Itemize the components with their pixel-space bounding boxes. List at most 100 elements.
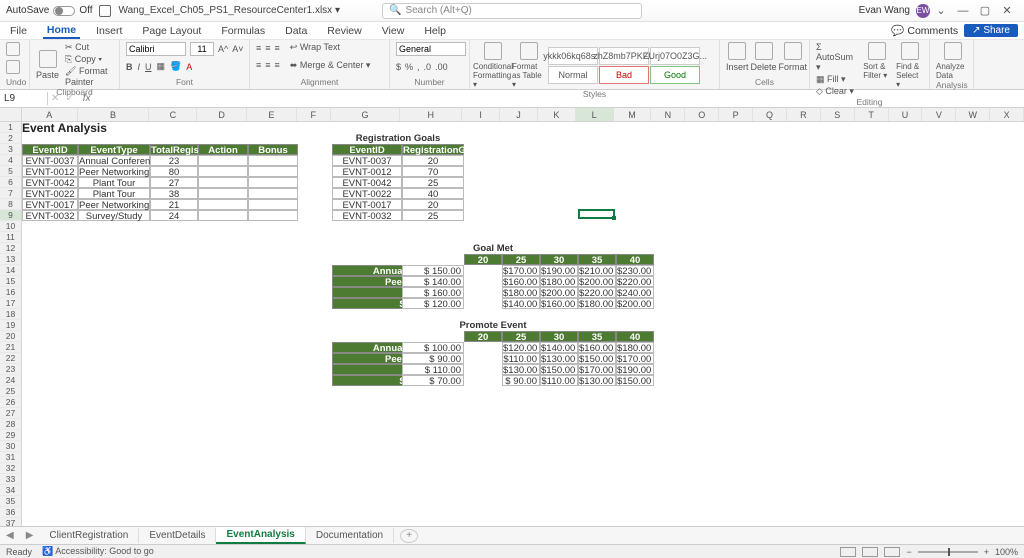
find-select-button[interactable]: Find & Select ▾ [896,42,923,97]
cell[interactable]: $120.00 [502,342,540,353]
cell[interactable]: $140.00 [502,298,540,309]
row-header[interactable]: 11 [0,232,22,243]
cell-style-chip[interactable]: ykkk06kq68s... [548,47,598,65]
cell[interactable] [198,210,248,221]
row-header[interactable]: 9 [0,210,22,221]
cell[interactable]: $160.00 [502,276,540,287]
autosum-button[interactable]: Σ AutoSum ▾ [816,42,857,73]
cell[interactable]: Plant Tour [78,188,150,199]
cell[interactable] [198,166,248,177]
column-header[interactable]: B [78,108,150,121]
align-right-icon[interactable]: ≡ [275,60,280,70]
fill-button[interactable]: ▦ Fill ▾ [816,74,857,85]
autosave-toggle[interactable]: AutoSave Off [6,5,93,16]
row-header[interactable]: 17 [0,298,22,309]
cell[interactable]: $200.00 [616,298,654,309]
merge-center-button[interactable]: ⬌ Merge & Center ▾ [290,60,371,71]
cell[interactable]: $110.00 [540,375,578,386]
align-left-icon[interactable]: ≡ [256,60,261,70]
increase-font-icon[interactable]: A^ [218,44,228,54]
cell[interactable]: 40 [402,188,464,199]
format-painter-button[interactable]: 🖌 Format Painter [65,66,113,87]
column-header[interactable]: E [247,108,297,121]
align-top-icon[interactable]: ≡ [256,43,261,53]
cell[interactable] [248,166,298,177]
row-header[interactable]: 7 [0,188,22,199]
cell[interactable]: Goal Met [332,243,654,254]
cell[interactable] [248,210,298,221]
cell[interactable]: $ 160.00 [402,287,464,298]
row-header[interactable]: 20 [0,331,22,342]
border-icon[interactable]: ▦ [157,61,166,72]
accessibility-status[interactable]: ♿ Accessibility: Good to go [42,546,154,557]
name-box[interactable]: L9 [0,92,48,105]
column-header[interactable]: W [956,108,990,121]
analyze-data-button[interactable]: Analyze Data [936,42,970,80]
cell[interactable]: Plant Tour [78,177,150,188]
column-header[interactable]: I [462,108,500,121]
cell[interactable]: Registration Goals [332,133,464,144]
cell[interactable]: $130.00 [540,353,578,364]
cell[interactable] [248,177,298,188]
cell[interactable]: 30 [540,254,578,265]
row-header[interactable]: 8 [0,199,22,210]
align-bot-icon[interactable]: ≡ [275,43,280,53]
cell[interactable]: $ 110.00 [402,364,464,375]
cell[interactable] [248,199,298,210]
cell[interactable]: 21 [150,199,198,210]
cell[interactable]: $150.00 [540,364,578,375]
row-header[interactable]: 3 [0,144,22,155]
tab-help[interactable]: Help [420,24,450,38]
cell[interactable]: EVNT-0017 [332,199,402,210]
active-cell[interactable] [578,209,615,219]
decrease-font-icon[interactable]: A˅ [232,44,243,54]
close-icon[interactable]: ✕ [996,4,1018,17]
sheet-tab[interactable]: ClientRegistration [39,528,139,543]
row-header[interactable]: 26 [0,397,22,408]
cell[interactable]: $140.00 [540,342,578,353]
row-header[interactable]: 18 [0,309,22,320]
percent-icon[interactable]: % [405,62,413,72]
cell[interactable]: $150.00 [616,375,654,386]
cell[interactable]: 25 [502,254,540,265]
column-header[interactable]: R [787,108,821,121]
cell[interactable]: EventType [78,144,150,155]
column-header[interactable]: G [331,108,401,121]
column-header[interactable]: X [990,108,1024,121]
maximize-icon[interactable]: ▢ [974,4,996,17]
column-header[interactable]: L [576,108,614,121]
row-header[interactable]: 30 [0,441,22,452]
comma-icon[interactable]: , [417,62,420,72]
cancel-icon[interactable]: ✕ [48,93,62,104]
cell[interactable]: $180.00 [578,298,616,309]
cell-style-normal[interactable]: Normal [548,66,598,84]
align-center-icon[interactable]: ≡ [265,60,270,70]
cell[interactable] [198,177,248,188]
cell[interactable]: $150.00 [578,353,616,364]
worksheet-grid[interactable]: ABCDEFGHIJKLMNOPQRSTUVWX 123456789101112… [0,108,1024,526]
cell[interactable]: 38 [150,188,198,199]
clear-button[interactable]: ◇ Clear ▾ [816,86,857,97]
cut-button[interactable]: ✂ Cut [65,42,113,53]
tab-view[interactable]: View [378,24,409,38]
row-header[interactable]: 10 [0,221,22,232]
cell[interactable]: $ 100.00 [402,342,464,353]
row-header[interactable]: 34 [0,485,22,496]
cell[interactable]: $160.00 [540,298,578,309]
cell[interactable]: $ 90.00 [402,353,464,364]
row-header[interactable]: 13 [0,254,22,265]
comments-button[interactable]: 💬 Comments [891,24,958,37]
fx-icon[interactable]: fx [77,93,97,104]
inc-decimal-icon[interactable]: .0 [424,62,432,72]
enter-icon[interactable]: ✓ [62,93,76,104]
cell[interactable]: $130.00 [502,364,540,375]
cell[interactable]: $ 90.00 [502,375,540,386]
sheet-tab[interactable]: EventAnalysis [216,527,305,544]
row-header[interactable]: 33 [0,474,22,485]
cell[interactable]: $210.00 [578,265,616,276]
font-name-input[interactable] [126,42,186,56]
save-icon[interactable] [99,5,111,17]
column-header[interactable]: H [400,108,462,121]
share-button[interactable]: ↗ Share [964,24,1018,37]
cell[interactable]: EventID [22,144,78,155]
